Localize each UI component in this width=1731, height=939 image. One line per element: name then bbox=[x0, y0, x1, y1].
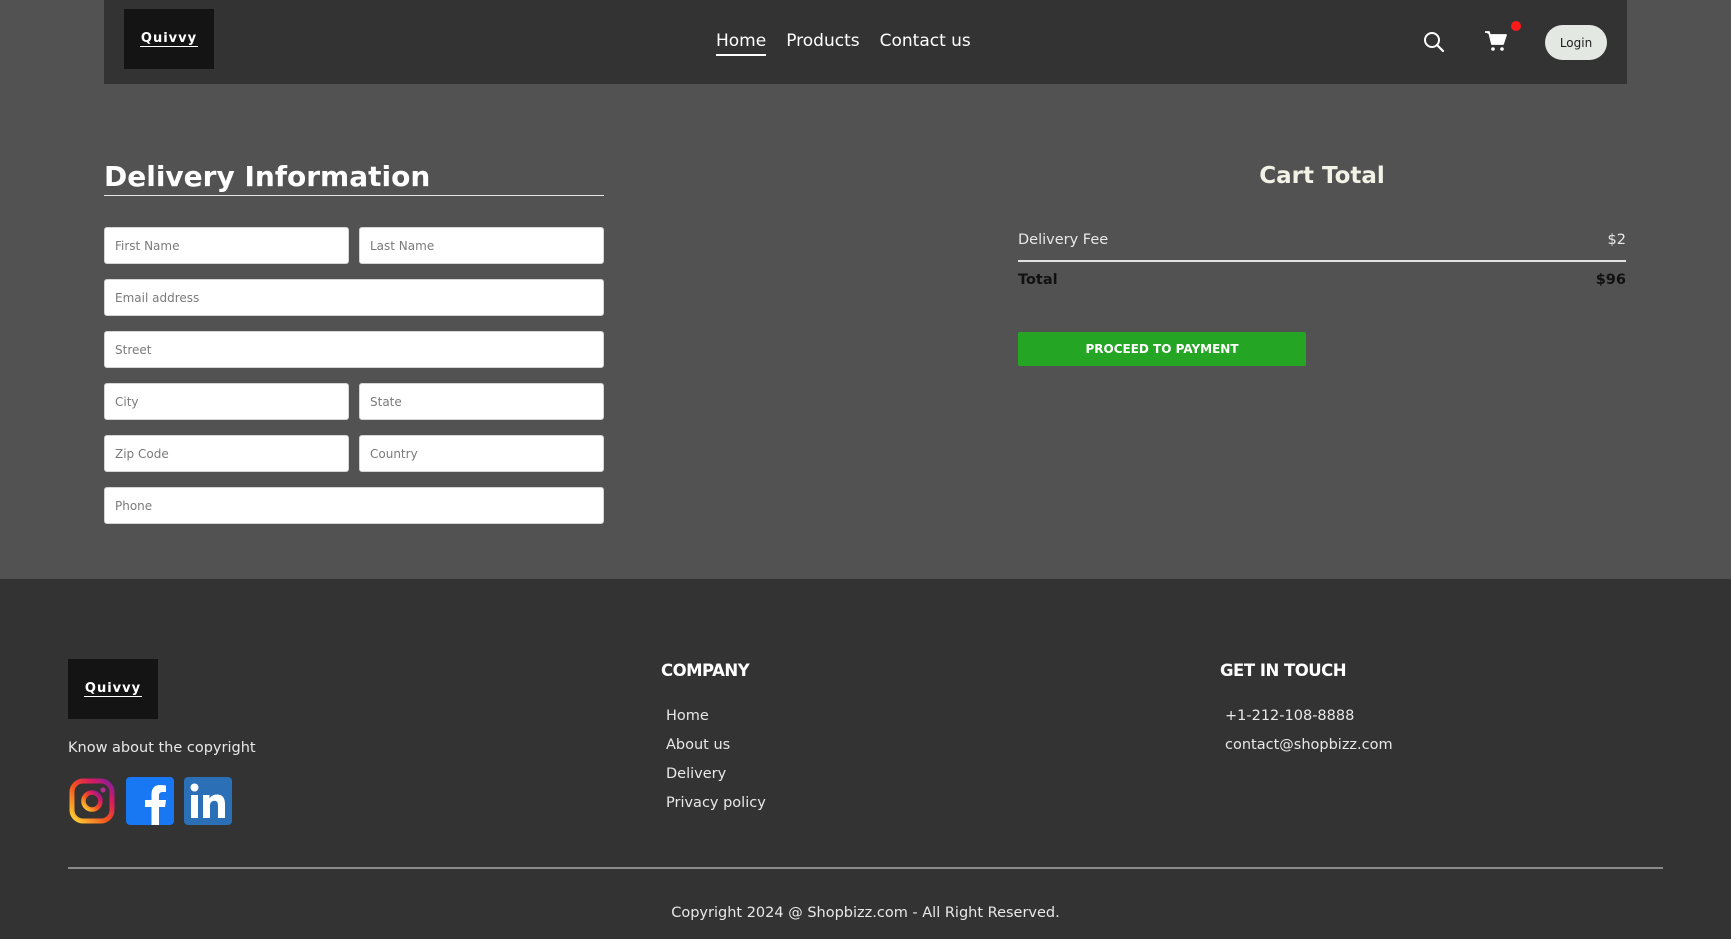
company-heading: COMPANY bbox=[661, 661, 750, 680]
delivery-title: Delivery Information bbox=[104, 160, 604, 196]
contact-list: +1-212-108-8888 contact@shopbizz.com bbox=[1225, 702, 1393, 760]
total-value: $96 bbox=[1595, 272, 1626, 288]
phone-field[interactable] bbox=[104, 487, 604, 524]
cart-icon[interactable] bbox=[1484, 29, 1508, 53]
cart-divider bbox=[1018, 260, 1626, 262]
email-field[interactable] bbox=[104, 279, 604, 316]
instagram-icon[interactable] bbox=[68, 777, 116, 825]
site-header: Quivvy Home Products Contact us Login bbox=[104, 0, 1627, 84]
state-field[interactable] bbox=[359, 383, 604, 420]
zip-code-field[interactable] bbox=[104, 435, 349, 472]
cart-total-title: Cart Total bbox=[1259, 163, 1385, 189]
first-name-field[interactable] bbox=[104, 227, 349, 264]
main-nav: Home Products Contact us bbox=[716, 28, 971, 56]
nav-products[interactable]: Products bbox=[786, 28, 859, 56]
delivery-fee-label: Delivery Fee bbox=[1018, 232, 1109, 248]
contact-phone[interactable]: +1-212-108-8888 bbox=[1225, 702, 1393, 731]
city-field[interactable] bbox=[104, 383, 349, 420]
linkedin-icon[interactable] bbox=[184, 777, 232, 825]
total-label: Total bbox=[1018, 272, 1058, 288]
nav-home[interactable]: Home bbox=[716, 28, 767, 56]
total-row: Total $96 bbox=[1018, 272, 1626, 288]
country-field[interactable] bbox=[359, 435, 604, 472]
login-button[interactable]: Login bbox=[1545, 25, 1607, 60]
facebook-icon[interactable] bbox=[126, 777, 174, 825]
proceed-to-payment-button[interactable]: PROCEED TO PAYMENT bbox=[1018, 332, 1306, 366]
footer-link-delivery[interactable]: Delivery bbox=[666, 760, 766, 789]
footer-link-home[interactable]: Home bbox=[666, 702, 766, 731]
footer-link-privacy-policy[interactable]: Privacy policy bbox=[666, 789, 766, 818]
delivery-fee-value: $2 bbox=[1607, 232, 1626, 248]
footer-divider bbox=[68, 867, 1663, 869]
delivery-fee-row: Delivery Fee $2 bbox=[1018, 232, 1626, 248]
copyright-text: Copyright 2024 @ Shopbizz.com - All Righ… bbox=[671, 905, 1060, 921]
logo-text: Quivvy bbox=[139, 30, 199, 47]
contact-email[interactable]: contact@shopbizz.com bbox=[1225, 731, 1393, 760]
company-links: Home About us Delivery Privacy policy bbox=[666, 702, 766, 818]
nav-contact-us[interactable]: Contact us bbox=[880, 28, 971, 56]
last-name-field[interactable] bbox=[359, 227, 604, 264]
get-in-touch-heading: GET IN TOUCH bbox=[1220, 661, 1347, 680]
site-logo[interactable]: Quivvy bbox=[124, 9, 214, 69]
footer-link-about-us[interactable]: About us bbox=[666, 731, 766, 760]
cart-badge bbox=[1511, 21, 1521, 31]
search-icon[interactable] bbox=[1422, 30, 1446, 54]
street-field[interactable] bbox=[104, 331, 604, 368]
footer-tagline: Know about the copyright bbox=[68, 740, 256, 756]
footer-logo[interactable]: Quivvy bbox=[68, 659, 158, 719]
site-footer: Quivvy Know about the copyright COMPANY … bbox=[0, 579, 1731, 939]
footer-logo-text: Quivvy bbox=[83, 680, 143, 697]
